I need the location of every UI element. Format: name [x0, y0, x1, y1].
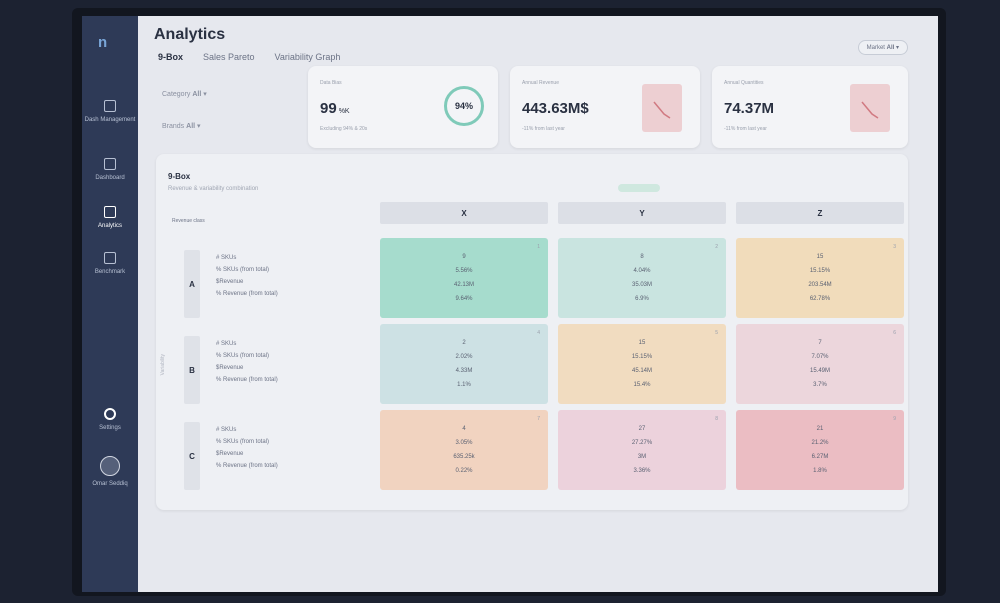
metric-label: # SKUs	[216, 427, 237, 433]
card-subtext: Excluding 94% & 20s	[320, 126, 368, 132]
metric-label: % SKUs (from total)	[216, 439, 270, 445]
app-logo: n	[98, 34, 108, 51]
box-icon	[104, 100, 116, 112]
card-value: 74.37M	[724, 100, 775, 117]
card-value: 443.63M$	[522, 100, 589, 117]
avatar-icon	[100, 456, 120, 476]
column-header-z: Z	[736, 202, 904, 224]
category-filter[interactable]: Category All ▾	[162, 90, 207, 98]
box-cell-3[interactable]: 3 15 15.15% 203.54M 62.78%	[736, 238, 904, 318]
cell-values: 2 2.02% 4.33M 1.1%	[455, 340, 473, 388]
panel-title: 9-Box	[168, 172, 191, 181]
category-label: Category	[162, 91, 191, 98]
sidebar-item-label: Analytics	[97, 223, 122, 229]
variability-axis-label: Variability	[160, 354, 166, 376]
row-header-b: B	[184, 336, 200, 404]
sidebar-user[interactable]: Omar Seddiq	[82, 456, 138, 488]
trend-down-icon	[642, 84, 682, 132]
metric-label: # SKUs	[216, 255, 237, 261]
tab-variability-graph[interactable]: Variability Graph	[275, 52, 341, 62]
column-header-x: X	[380, 202, 548, 224]
row-header-c: C	[184, 422, 200, 490]
box-cell-5[interactable]: 5 15 15.15% 45.14M 15.4%	[558, 324, 726, 404]
chart-icon	[104, 206, 116, 218]
metric-label: % Revenue (from total)	[216, 377, 278, 383]
card-subtext: -11% from last year	[724, 126, 767, 132]
progress-ring: 94%	[444, 86, 484, 126]
kpi-card-data-bias: Data Bias 99 %K Excluding 94% & 20s 94%	[308, 66, 498, 148]
metric-label: $Revenue	[216, 279, 244, 285]
sidebar-item-label: Settings	[99, 425, 121, 431]
brands-value: All	[186, 123, 196, 130]
card-value: 99 %K	[320, 100, 350, 117]
cell-values: 8 4.04% 35.03M 6.9%	[631, 254, 652, 302]
box-cell-8[interactable]: 8 27 27.27% 3M 3.36%	[558, 410, 726, 490]
card-label: Annual Revenue	[522, 80, 559, 86]
box-cell-6[interactable]: 6 7 7.07% 15.49M 3.7%	[736, 324, 904, 404]
tab-bar: 9-Box Sales Pareto Variability Graph	[158, 52, 340, 62]
card-label: Data Bias	[320, 80, 342, 86]
market-dropdown[interactable]: Market All ▾	[857, 40, 908, 55]
box-cell-1[interactable]: 1 9 5.56% 42.13M 9.64%	[380, 238, 548, 318]
bar-icon	[104, 252, 116, 264]
gear-icon	[104, 408, 116, 420]
kpi-card-annual-revenue: Annual Revenue 443.63M$ -11% from last y…	[510, 66, 700, 148]
chevron-down-icon: ▾	[197, 123, 201, 130]
sidebar-item-label: Dash Management	[84, 117, 136, 123]
sidebar-item-dashboard[interactable]: Dashboard	[82, 158, 138, 182]
grid-icon	[104, 158, 116, 170]
box-cell-7[interactable]: 7 4 3.05% 635.25k 0.22%	[380, 410, 548, 490]
market-value: All	[886, 45, 895, 51]
legend-chip	[618, 184, 660, 192]
chevron-down-icon: ▾	[203, 91, 207, 98]
page-title: Analytics	[154, 26, 226, 43]
cell-values: 15 15.15% 45.14M 15.4%	[631, 340, 653, 388]
row-metrics-b: # SKUs % SKUs (from total) $Revenue % Re…	[216, 338, 278, 386]
metric-label: % SKUs (from total)	[216, 353, 270, 359]
metric-label: $Revenue	[216, 365, 244, 371]
panel-subtitle: Revenue & variability combination	[168, 186, 259, 192]
column-header-y: Y	[558, 202, 726, 224]
metric-label: % SKUs (from total)	[216, 267, 270, 273]
metric-label: $Revenue	[216, 451, 244, 457]
main-content: Analytics 9-Box Sales Pareto Variability…	[138, 16, 938, 592]
cell-values: 21 21.2% 6.27M 1.8%	[811, 426, 829, 474]
sidebar-item-management[interactable]: Dash Management	[82, 100, 138, 124]
box-cell-4[interactable]: 4 2 2.02% 4.33M 1.1%	[380, 324, 548, 404]
tab-sales-pareto[interactable]: Sales Pareto	[203, 52, 255, 62]
kpi-card-annual-quantities: Annual Quantities 74.37M -11% from last …	[712, 66, 908, 148]
sidebar-item-analytics[interactable]: Analytics	[82, 206, 138, 230]
metric-label: % Revenue (from total)	[216, 463, 278, 469]
market-label: Market	[866, 45, 885, 51]
sidebar-item-label: Benchmark	[94, 269, 126, 275]
sidebar-item-benchmark[interactable]: Benchmark	[82, 252, 138, 276]
box-cell-2[interactable]: 2 8 4.04% 35.03M 6.9%	[558, 238, 726, 318]
trend-down-icon	[850, 84, 890, 132]
row-header-a: A	[184, 250, 200, 318]
user-name: Omar Seddiq	[92, 481, 128, 487]
cell-values: 7 7.07% 15.49M 3.7%	[809, 340, 830, 388]
chevron-down-icon: ▾	[895, 45, 899, 51]
sidebar: n Dash Management Dashboard Analytics Be…	[82, 16, 138, 592]
brands-label: Brands	[162, 123, 185, 130]
cell-values: 9 5.56% 42.13M 9.64%	[453, 254, 474, 302]
brands-filter[interactable]: Brands All ▾	[162, 122, 201, 130]
row-metrics-c: # SKUs % SKUs (from total) $Revenue % Re…	[216, 424, 278, 472]
metric-label: # SKUs	[216, 341, 237, 347]
row-metrics-a: # SKUs % SKUs (from total) $Revenue % Re…	[216, 252, 278, 300]
box-cell-9[interactable]: 9 21 21.2% 6.27M 1.8%	[736, 410, 904, 490]
cell-values: 4 3.05% 635.25k 0.22%	[453, 426, 475, 474]
cell-values: 27 27.27% 3M 3.36%	[631, 426, 653, 474]
sidebar-item-label: Dashboard	[95, 175, 125, 181]
app-screen: n Dash Management Dashboard Analytics Be…	[82, 16, 938, 592]
card-subtext: -11% from last year	[522, 126, 565, 132]
category-value: All	[192, 91, 202, 98]
cell-values: 15 15.15% 203.54M 62.78%	[808, 254, 832, 302]
metric-label: % Revenue (from total)	[216, 291, 278, 297]
revenue-class-label: Revenue class	[172, 218, 205, 224]
sidebar-item-settings[interactable]: Settings	[82, 408, 138, 432]
tab-9-box[interactable]: 9-Box	[158, 52, 183, 62]
card-label: Annual Quantities	[724, 80, 764, 86]
nine-box-panel: 9-Box Revenue & variability combination …	[156, 154, 908, 510]
